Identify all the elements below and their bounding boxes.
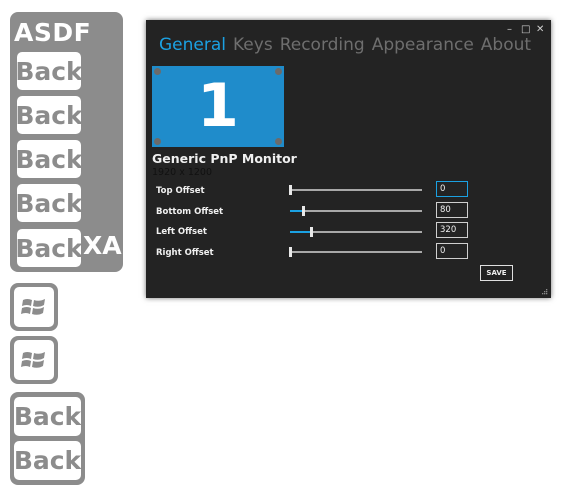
right-offset-input[interactable]: 0	[436, 243, 468, 259]
key-windows	[14, 287, 54, 327]
close-button[interactable]: ✕	[536, 24, 544, 35]
top-offset-label: Top Offset	[156, 186, 205, 196]
left-offset-label: Left Offset	[156, 227, 207, 237]
slider-thumb[interactable]	[289, 247, 292, 257]
right-offset-slider[interactable]	[289, 247, 422, 257]
overlay-title: ASDF	[14, 18, 92, 47]
resize-grip-icon[interactable]	[541, 288, 548, 295]
key-back: Back	[15, 140, 83, 178]
tab-keys[interactable]: Keys	[233, 35, 273, 55]
overlay-trailing-label: XA	[83, 231, 122, 260]
left-offset-input[interactable]: 320	[436, 222, 468, 238]
monitor-name: Generic PnP Monitor	[152, 151, 297, 166]
maximize-button[interactable]: □	[521, 24, 530, 35]
slider-thumb[interactable]	[289, 185, 292, 195]
key-windows	[14, 340, 54, 380]
slider-thumb[interactable]	[302, 206, 306, 216]
bottom-offset-slider[interactable]	[290, 206, 422, 216]
key-back: Back	[15, 229, 83, 267]
key-back: Back	[15, 52, 83, 90]
win-key-panel	[10, 283, 58, 331]
slider-thumb[interactable]	[310, 227, 314, 237]
windows-logo-icon	[21, 352, 45, 368]
stack-key-panel: Back Back	[10, 392, 85, 485]
bottom-offset-input[interactable]: 80	[436, 202, 468, 218]
settings-window: – □ ✕ General Keys Recording Appearance …	[146, 20, 551, 298]
tab-appearance[interactable]: Appearance	[372, 35, 474, 55]
key-back: Back	[14, 397, 81, 436]
stage: ASDF Back Back Back Back Back XA Back Ba…	[0, 0, 569, 490]
key-back: Back	[15, 96, 83, 134]
key-back: Back	[14, 441, 81, 480]
top-offset-slider[interactable]	[289, 185, 422, 195]
windows-logo-icon	[21, 299, 45, 315]
monitor-tile[interactable]: 1	[152, 66, 284, 147]
monitor-resolution: 1920 x 1200	[152, 167, 213, 178]
save-button[interactable]: SAVE	[480, 265, 513, 281]
tab-recording[interactable]: Recording	[280, 35, 365, 55]
key-back: Back	[15, 184, 83, 222]
win-key-panel	[10, 336, 58, 384]
tab-about[interactable]: About	[481, 35, 531, 55]
minimize-button[interactable]: –	[507, 24, 512, 35]
monitor-number: 1	[197, 71, 239, 141]
tab-general[interactable]: General	[159, 35, 226, 55]
key-overlay-panel: ASDF Back Back Back Back Back XA	[10, 12, 123, 272]
bottom-offset-label: Bottom Offset	[156, 207, 224, 217]
top-offset-input[interactable]: 0	[436, 181, 468, 197]
left-offset-slider[interactable]	[290, 227, 422, 237]
right-offset-label: Right Offset	[156, 248, 214, 258]
slider-fill	[290, 231, 312, 233]
tab-bar: General Keys Recording Appearance About	[159, 35, 531, 55]
